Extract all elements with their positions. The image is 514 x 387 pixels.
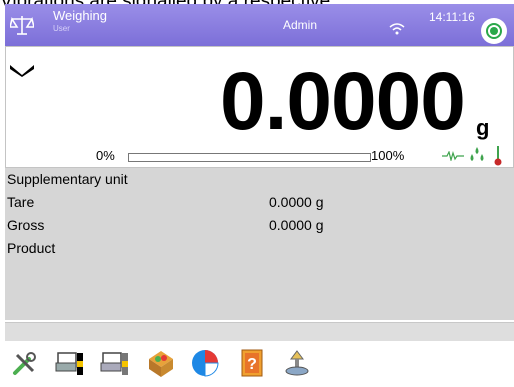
info-row-tare: Tare 0.0000 g	[5, 191, 514, 213]
info-label: Tare	[7, 194, 35, 210]
vibration-icon	[442, 151, 464, 161]
tare-printer-2-icon[interactable]	[99, 347, 131, 379]
bargraph-max-label: 100%	[371, 148, 405, 163]
bargraph	[128, 153, 371, 162]
bargraph-min-label: 0%	[96, 148, 115, 163]
drops-icon	[470, 147, 484, 161]
status-strip	[5, 322, 514, 341]
mode-subtitle: User	[53, 24, 70, 33]
weighing-panel: 0.0000 g 0% 100%	[5, 46, 514, 168]
wifi-icon	[389, 23, 405, 35]
clock: 14:11:16	[429, 10, 475, 24]
info-panel: Supplementary unit Tare 0.0000 g Gross 0…	[5, 168, 514, 320]
top-bar: Weighing User Admin 14:11:16	[5, 4, 514, 46]
svg-text:?: ?	[247, 356, 257, 373]
weight-reading: 0.0000	[220, 56, 466, 147]
status-icon[interactable]	[481, 18, 507, 44]
info-row-gross: Gross 0.0000 g	[5, 214, 514, 236]
function-toolbar: ?	[5, 344, 514, 387]
stable-indicator-icon	[10, 65, 34, 77]
info-label: Product	[7, 240, 56, 256]
info-row-supplementary-unit: Supplementary unit	[5, 168, 514, 190]
weight-unit[interactable]: g	[476, 115, 489, 141]
info-value: 0.0000 g	[269, 217, 324, 233]
pie-chart-icon[interactable]	[189, 347, 221, 379]
info-value: 0.0000 g	[269, 194, 324, 210]
product-database-icon[interactable]	[145, 347, 177, 379]
help-book-icon[interactable]: ?	[236, 347, 268, 379]
info-label: Supplementary unit	[7, 171, 128, 187]
mode-title[interactable]: Weighing	[53, 8, 107, 23]
thermometer-icon	[494, 146, 502, 166]
weighing-scale-icon[interactable]	[281, 347, 313, 379]
tools-icon[interactable]	[9, 347, 41, 379]
tare-printer-icon[interactable]	[54, 347, 86, 379]
scale-icon[interactable]	[10, 14, 34, 36]
info-row-product: Product	[5, 237, 514, 259]
info-label: Gross	[7, 217, 45, 233]
scale-screen: Weighing User Admin 14:11:16 0.0000 g 0%…	[5, 4, 514, 387]
user-name[interactable]: Admin	[283, 18, 317, 32]
